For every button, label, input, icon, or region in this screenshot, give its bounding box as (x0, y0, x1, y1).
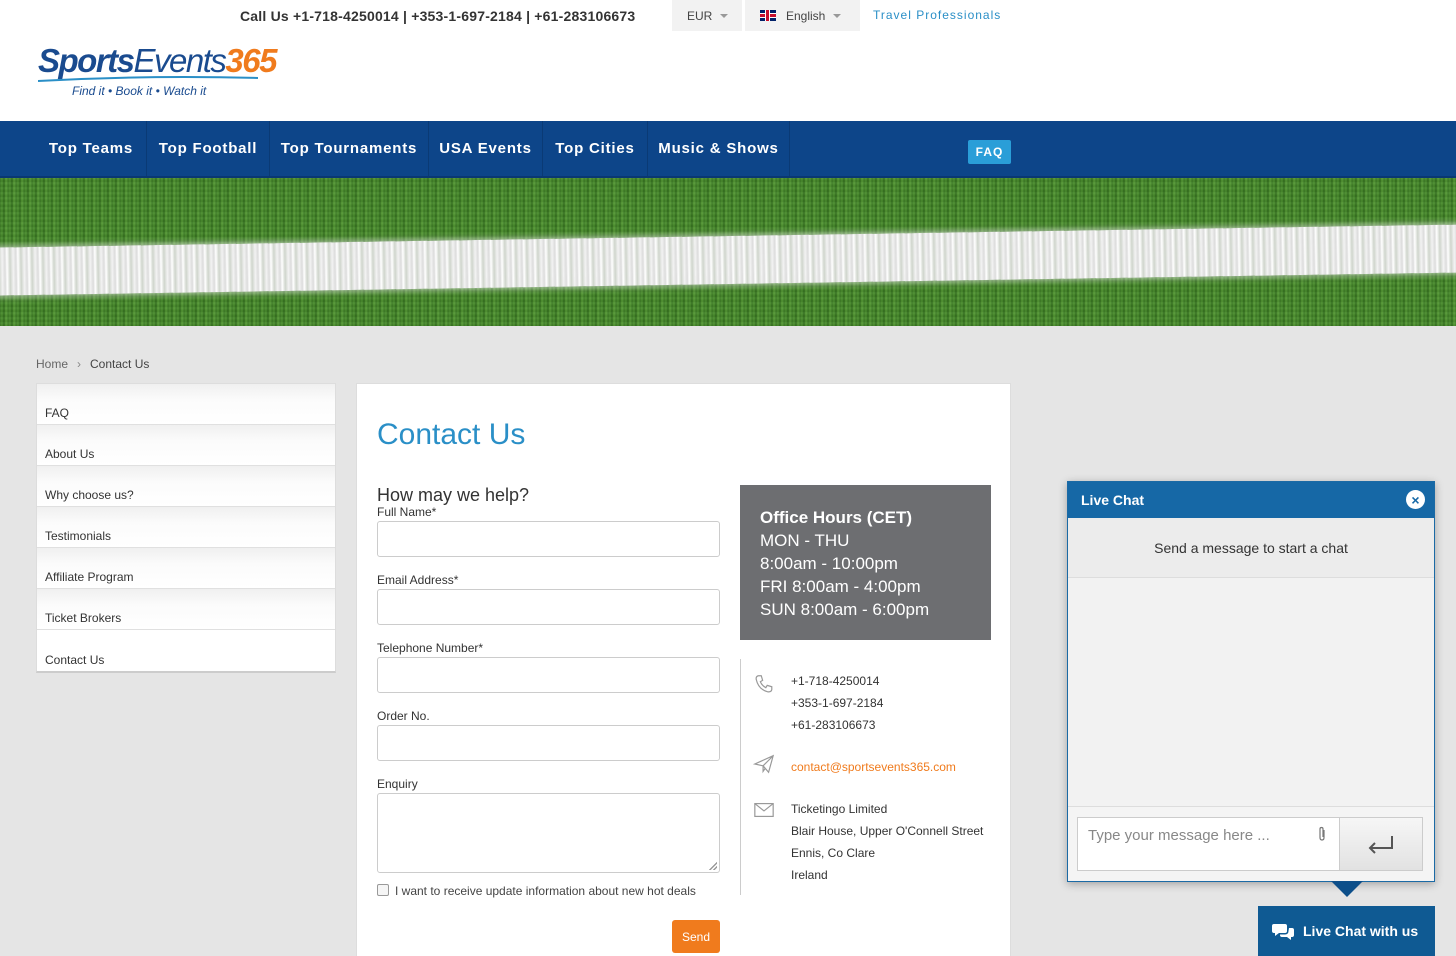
breadcrumb: Home › Contact Us (36, 357, 149, 371)
breadcrumb-current: Contact Us (90, 357, 150, 371)
call-us-phones: Call Us +1-718-4250014 | +353-1-697-2184… (240, 8, 636, 24)
breadcrumb-home[interactable]: Home (36, 357, 68, 371)
chat-placeholder: Type your message here ... (1088, 827, 1270, 844)
logo-swoosh-icon (38, 76, 258, 82)
sidebar-item-affiliate-program[interactable]: Affiliate Program (37, 548, 335, 589)
help-heading: How may we help? (377, 485, 530, 505)
telephone-input[interactable] (377, 657, 720, 693)
chat-messages-area (1068, 578, 1434, 807)
breadcrumb-separator: › (77, 357, 82, 371)
contact-info: +1-718-4250014 +353-1-697-2184 +61-28310… (740, 659, 995, 895)
logo-wordmark: SportsEvents365 (38, 42, 277, 79)
live-chat-tab[interactable]: Live Chat with us (1258, 906, 1435, 956)
live-chat-window: Live Chat × Send a message to start a ch… (1067, 481, 1435, 882)
email-label: Email Address* (377, 573, 459, 587)
top-header: Call Us +1-718-4250014 | +353-1-697-2184… (0, 0, 1456, 121)
email-input[interactable] (377, 589, 720, 625)
hero-banner-image (0, 178, 1456, 326)
phone-icon (755, 675, 773, 693)
language-selector[interactable]: English (745, 0, 860, 31)
currency-value: EUR (687, 8, 713, 23)
main-nav: Top Teams Top Football Top Tournaments U… (0, 121, 1456, 178)
office-hours-line: SUN 8:00am - 6:00pm (760, 600, 930, 619)
office-hours-title: Office Hours (CET) (760, 508, 913, 527)
enquiry-label: Enquiry (377, 777, 418, 791)
envelope-icon (754, 802, 774, 818)
logo-tagline: Find it • Book it • Watch it (72, 84, 207, 98)
nav-item-music-shows[interactable]: Music & Shows (648, 121, 790, 176)
send-button[interactable]: Send (672, 920, 720, 953)
address-line: Ireland (791, 868, 828, 882)
office-hours-line: FRI 8:00am - 4:00pm (760, 577, 921, 596)
sidebar-item-ticket-brokers[interactable]: Ticket Brokers (37, 589, 335, 630)
uk-flag-icon (760, 10, 776, 21)
paper-plane-icon (753, 754, 775, 774)
nav-item-usa-events[interactable]: USA Events (429, 121, 543, 176)
chat-send-button[interactable] (1339, 817, 1423, 871)
enquiry-textarea[interactable] (377, 793, 720, 873)
nav-item-top-cities[interactable]: Top Cities (543, 121, 648, 176)
sidebar-item-why-choose-us[interactable]: Why choose us? (37, 466, 335, 507)
chat-input-area: Type your message here ... (1068, 806, 1434, 881)
office-hours-line: 8:00am - 10:00pm (760, 554, 898, 573)
contact-panel: Contact Us How may we help? Full Name* E… (356, 383, 1011, 956)
hot-deals-checkbox[interactable] (377, 884, 389, 896)
enter-icon (1368, 836, 1393, 854)
language-value: English (786, 8, 826, 23)
phone-number: +353-1-697-2184 (791, 696, 884, 710)
full-name-label: Full Name* (377, 505, 437, 519)
close-icon[interactable]: × (1406, 490, 1425, 509)
chat-pointer (1331, 881, 1363, 897)
nav-item-top-football[interactable]: Top Football (147, 121, 270, 176)
attachment-icon[interactable] (1317, 826, 1327, 846)
chat-status-message: Send a message to start a chat (1068, 518, 1434, 578)
office-hours-line: MON - THU (760, 531, 850, 550)
sidebar-item-faq[interactable]: FAQ (37, 384, 335, 425)
phone-number: +1-718-4250014 (791, 674, 880, 688)
chevron-down-icon (833, 13, 842, 18)
page-title: Contact Us (377, 418, 526, 451)
site-logo[interactable]: SportsEvents365 Find it • Book it • Watc… (38, 42, 277, 100)
address-line: Ticketingo Limited (791, 802, 888, 816)
nav-item-top-teams[interactable]: Top Teams (36, 121, 147, 176)
order-label: Order No. (377, 709, 430, 723)
live-chat-title: Live Chat (1081, 492, 1145, 508)
sidebar-item-testimonials[interactable]: Testimonials (37, 507, 335, 548)
sidebar: FAQ About Us Why choose us? Testimonials… (36, 383, 336, 673)
hot-deals-label: I want to receive update information abo… (395, 884, 696, 898)
sidebar-item-contact-us[interactable]: Contact Us (37, 630, 335, 671)
currency-selector[interactable]: EUR (672, 0, 742, 31)
chevron-down-icon (720, 13, 729, 18)
address-line: Blair House, Upper O'Connell Street (791, 824, 984, 838)
faq-button[interactable]: FAQ (968, 140, 1011, 164)
nav-item-top-tournaments[interactable]: Top Tournaments (270, 121, 429, 176)
telephone-label: Telephone Number* (377, 641, 484, 655)
phone-number: +61-283106673 (791, 718, 876, 732)
office-hours-box: Office Hours (CET) MON - THU 8:00am - 10… (740, 485, 991, 640)
sidebar-item-about-us[interactable]: About Us (37, 425, 335, 466)
email-link[interactable]: contact@sportsevents365.com (791, 756, 956, 778)
live-chat-header: Live Chat × (1068, 482, 1434, 518)
travel-professionals-link[interactable]: Travel Professionals (873, 8, 1001, 22)
full-name-input[interactable] (377, 521, 720, 557)
resize-handle-icon[interactable] (709, 862, 717, 870)
live-chat-tab-label: Live Chat with us (1303, 923, 1419, 939)
pitch-line (0, 224, 1456, 296)
order-input[interactable] (377, 725, 720, 761)
chat-message-input[interactable]: Type your message here ... (1077, 817, 1339, 871)
address-line: Ennis, Co Clare (791, 846, 876, 860)
chat-bubbles-icon (1272, 924, 1294, 940)
